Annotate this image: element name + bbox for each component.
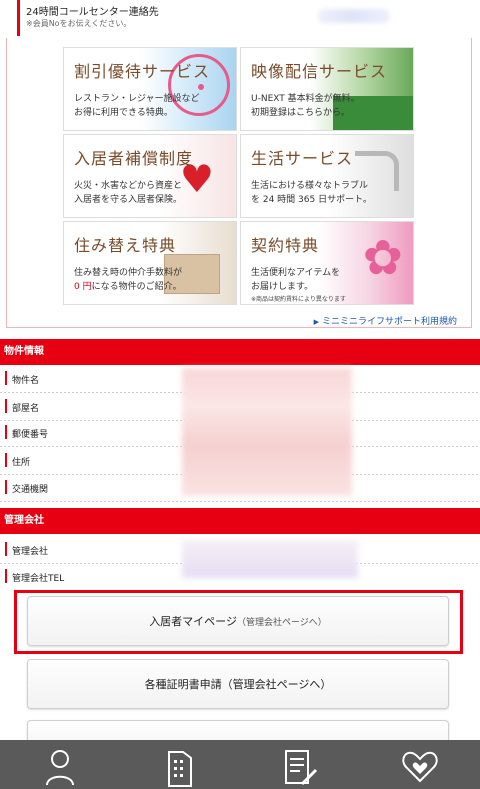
callcenter-note: ※会員Noをお伝えください。 [26, 19, 132, 28]
callcenter-info: 24時間コールセンター連絡先 ※会員Noをお伝えください。 [0, 0, 480, 40]
resident-mypage-button[interactable]: 入居者マイページ（管理会社ページへ） [27, 596, 449, 646]
tile-title: 住み替え特典 [74, 236, 177, 255]
nav-item-profile[interactable] [0, 740, 120, 789]
tile-desc: 生活における様々なトラブル を 24 時間 365 日サポート。 [251, 181, 372, 205]
tile-desc: 住み替え時の仲介手数料が 0 円になる物件のご紹介。 [74, 268, 183, 292]
building-icon [168, 751, 192, 787]
tile-title: 映像配信サービス [251, 62, 388, 81]
callcenter-title: 24時間コールセンター連絡先 [26, 7, 159, 18]
tile-contract-benefit[interactable]: ✿ 契約特典 生活便利なアイテムを お届けします。 ※商品は契約賃料により異なり… [240, 221, 414, 305]
tile-title: 入居者補償制度 [74, 149, 194, 168]
support-terms-link[interactable]: ▶ ミニミニライフサポート利用規約 [314, 314, 457, 327]
tile-life-service[interactable]: 生活サービス 生活における様々なトラブル を 24 時間 365 日サポート。 [240, 134, 414, 218]
accent-bar [17, 0, 20, 36]
tile-note: ※商品は契約賃料により異なります [251, 296, 346, 303]
tile-discount-service[interactable]: 割引優待サービス レストラン・レジャー施設など お得に利用できる特典。 [63, 47, 237, 131]
benefits-panel: 割引優待サービス レストラン・レジャー施設など お得に利用できる特典。 映像配信… [6, 38, 472, 328]
tile-resident-insurance[interactable]: ♥ 入居者補償制度 火災・水害などから資産と 入居者を守る入居者保険。 [63, 134, 237, 218]
document-pen-icon [285, 750, 318, 786]
person-icon [46, 750, 74, 786]
heart-hands-icon [402, 751, 438, 783]
redacted-management-values [182, 540, 358, 578]
nav-item-building[interactable] [120, 740, 240, 789]
page: 24時間コールセンター連絡先 ※会員Noをお伝えください。 割引優待サービス レ… [0, 0, 480, 789]
management-section-header: 管理会社 [0, 508, 480, 534]
certificate-request-button[interactable]: 各種証明書申請（管理会社ページへ） [27, 659, 449, 709]
redacted-phone [318, 9, 390, 23]
arrow-right-icon: ▶ [313, 318, 319, 326]
nav-item-favorites[interactable] [360, 740, 480, 789]
tile-title: 生活サービス [251, 149, 354, 168]
tile-desc: レストラン・レジャー施設など お得に利用できる特典。 [74, 94, 200, 118]
tile-title: 契約特典 [251, 236, 320, 255]
bottom-nav [0, 740, 480, 789]
tile-video-service[interactable]: 映像配信サービス U-NEXT 基本料金が無料。 初期登録はこちらから。 [240, 47, 414, 131]
ribbon-icon: ✿ [362, 230, 403, 286]
tile-title: 割引優待サービス [74, 62, 211, 81]
tile-desc: 生活便利なアイテムを お届けします。 [251, 268, 341, 292]
tile-desc: 火災・水害などから資産と 入居者を守る入居者保険。 [74, 181, 183, 205]
tile-desc: U-NEXT 基本料金が無料。 初期登録はこちらから。 [251, 94, 360, 118]
tile-relocation-benefit[interactable]: 住み替え特典 住み替え時の仲介手数料が 0 円になる物件のご紹介。 [63, 221, 237, 305]
redacted-property-values [182, 368, 352, 496]
nav-item-documents[interactable] [240, 740, 360, 789]
property-section-header: 物件情報 [0, 339, 480, 365]
